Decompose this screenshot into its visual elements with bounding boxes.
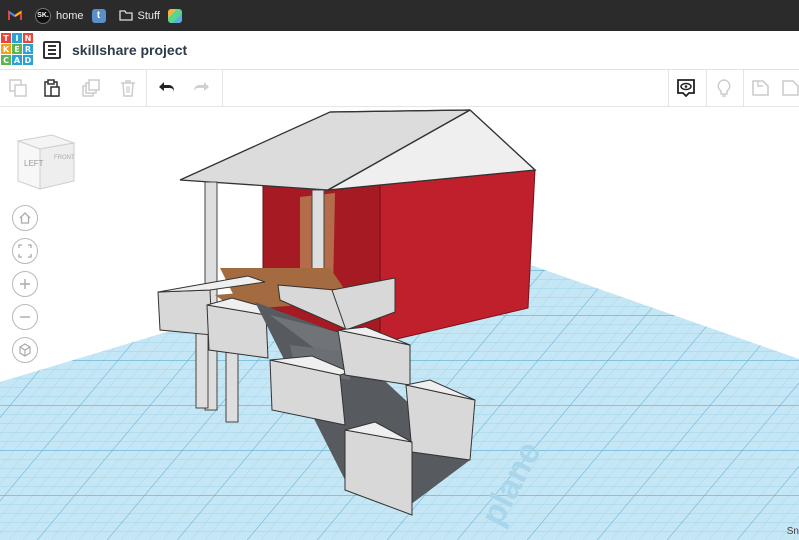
trash-icon [121,80,135,97]
minus-icon [20,316,30,318]
lightbulb-icon [717,79,731,97]
logo-letter: T [1,33,11,43]
redo-icon [194,82,209,92]
duplicate-icon [82,79,100,97]
logo-letter: A [12,55,22,65]
app-grid-icon [167,8,182,23]
toolbar-divider [706,70,707,106]
view-cube-front-face[interactable]: FRONT [54,155,75,161]
copy-button[interactable] [6,76,30,100]
design-list-icon[interactable] [43,41,61,59]
redo-button[interactable] [190,76,214,100]
toolbar-divider [146,70,147,106]
scene-canvas: plane [0,109,799,540]
undo-button[interactable] [154,76,178,100]
logo-letter: C [1,55,11,65]
bookmark-home-label: home [56,9,84,22]
group-button[interactable] [749,76,773,100]
delete-button[interactable] [116,76,140,100]
zoom-out-button[interactable] [12,304,38,330]
notes-button[interactable] [712,76,736,100]
toolbar-divider [743,70,744,106]
paste-icon [44,79,60,97]
project-title[interactable]: skillshare project [72,42,187,58]
ungroup-shape-icon [782,80,799,96]
bookmark-home[interactable]: SK. home [35,0,84,31]
duplicate-button[interactable] [79,76,103,100]
eye-speech-icon [677,79,695,98]
fit-view-button[interactable] [12,238,38,264]
paste-button[interactable] [40,76,64,100]
logo-letter: I [12,33,22,43]
bookmark-tumblr[interactable]: t [91,0,111,31]
zoom-in-button[interactable] [12,271,38,297]
view-cube[interactable]: LEFT FRONT [14,127,78,193]
logo-letter: N [23,33,33,43]
bookmarks-bar: SK. home t Stuff [0,0,799,31]
group-shape-icon [752,80,769,96]
logo-letter: D [23,55,33,65]
tinkercad-logo[interactable]: T I N K E R C A D [1,33,33,66]
show-all-button[interactable] [674,76,698,100]
perspective-toggle-button[interactable] [12,337,38,363]
logo-letter: R [23,44,33,54]
snap-grid-label[interactable]: Sn [787,526,799,537]
home-view-button[interactable] [12,205,38,231]
logo-letter: E [12,44,22,54]
workplane-viewport[interactable]: plane LEFT FRONT [0,107,799,540]
tumblr-icon: t [91,8,106,23]
logo-letter: K [1,44,11,54]
fit-all-icon [18,244,32,258]
bookmark-gmail[interactable] [8,0,27,31]
home-icon [19,212,31,224]
copy-icon [9,79,27,97]
toolbar-divider [222,70,223,106]
view-cube-left-face[interactable]: LEFT [24,159,44,168]
gmail-icon [8,9,22,23]
folder-icon [118,9,133,23]
bookmark-app[interactable] [167,0,187,31]
sk-icon: SK. [35,7,51,24]
ungroup-button[interactable] [780,76,799,100]
cube-perspective-icon [19,343,31,357]
plus-icon [20,279,30,289]
bookmark-stuff-label: Stuff [137,9,160,22]
undo-icon [159,82,174,92]
bookmark-stuff[interactable]: Stuff [118,0,160,31]
toolbar-divider [668,70,669,106]
